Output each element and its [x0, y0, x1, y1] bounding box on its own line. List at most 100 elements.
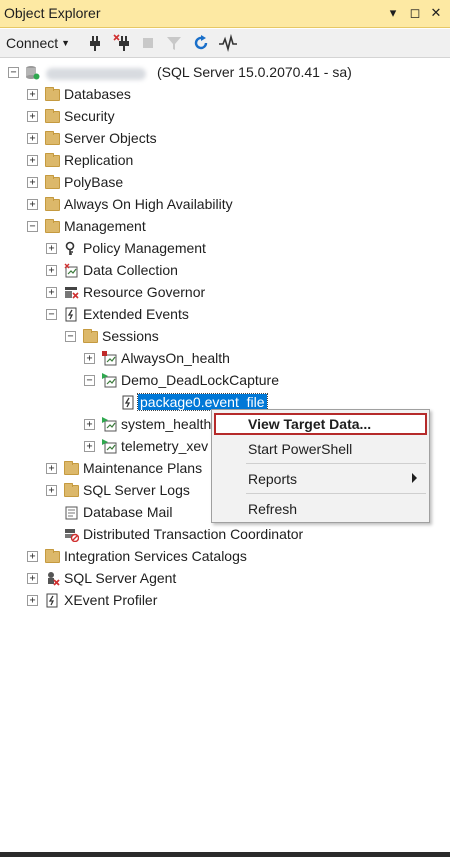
folder-icon	[64, 483, 79, 497]
node-label: Distributed Transaction Coordinator	[83, 526, 304, 542]
node-label: AlwaysOn_health	[121, 350, 230, 366]
tree-node-server-objects[interactable]: + Server Objects	[0, 128, 450, 150]
expand-toggle[interactable]: +	[46, 485, 57, 496]
session-running-icon	[102, 373, 117, 388]
tree-node-dtc[interactable]: Distributed Transaction Coordinator	[0, 524, 450, 546]
tree-node-server[interactable]: − (SQL Server 15.0.2070.41 - sa)	[0, 62, 450, 84]
tree-node-session-system-health[interactable]: + system_health	[0, 414, 211, 436]
expand-toggle[interactable]: +	[46, 463, 57, 474]
tree-node-xevent-profiler[interactable]: + XEvent Profiler	[0, 590, 450, 612]
expand-toggle[interactable]: +	[84, 441, 95, 452]
menu-item-view-target-data[interactable]: View Target Data...	[214, 413, 427, 435]
node-label: Maintenance Plans	[83, 460, 203, 476]
node-label: Demo_DeadLockCapture	[121, 372, 279, 388]
tree-node-sessions[interactable]: − Sessions	[0, 326, 450, 348]
menu-separator	[246, 493, 426, 494]
tree-node-data-collection[interactable]: + Data Collection	[0, 260, 450, 282]
menu-item-start-powershell[interactable]: Start PowerShell	[214, 438, 427, 460]
folder-icon	[45, 109, 60, 123]
session-running-icon	[102, 439, 117, 454]
menu-item-label: Start PowerShell	[248, 441, 353, 457]
tree-node-session-alwayson[interactable]: + AlwaysOn_health	[0, 348, 450, 370]
expand-toggle[interactable]: +	[27, 551, 38, 562]
tree-node-maintenance-plans[interactable]: + Maintenance Plans	[0, 458, 211, 480]
node-label: Extended Events	[83, 306, 189, 322]
folder-icon	[45, 131, 60, 145]
expand-toggle[interactable]: +	[27, 133, 38, 144]
menu-item-label: Refresh	[248, 501, 298, 517]
node-label: PolyBase	[64, 174, 124, 190]
bottom-border	[0, 852, 450, 857]
folder-icon	[45, 87, 60, 101]
context-menu: View Target Data... Start PowerShell Rep…	[211, 409, 430, 523]
tree-node-databases[interactable]: + Databases	[0, 84, 450, 106]
panel-title: Object Explorer	[4, 5, 101, 21]
target-file-icon	[122, 395, 134, 410]
object-explorer-titlebar: Object Explorer ▾ ◻ ✕	[0, 0, 450, 28]
node-label: telemetry_xev	[121, 438, 209, 454]
expand-toggle[interactable]: +	[27, 595, 38, 606]
node-label: Database Mail	[83, 504, 173, 520]
tree-node-polybase[interactable]: + PolyBase	[0, 172, 450, 194]
server-icon	[26, 66, 40, 80]
expand-toggle[interactable]: +	[46, 265, 57, 276]
tree-node-extended-events[interactable]: − Extended Events	[0, 304, 450, 326]
pin-dropdown-icon[interactable]: ▾	[384, 4, 402, 22]
collapse-toggle[interactable]: −	[8, 67, 19, 78]
tree-node-sql-server-agent[interactable]: + SQL Server Agent	[0, 568, 450, 590]
expand-toggle[interactable]: +	[27, 155, 38, 166]
tree-node-resource-governor[interactable]: + Resource Governor	[0, 282, 450, 304]
connect-plug-icon[interactable]	[85, 33, 105, 53]
expand-toggle[interactable]: +	[46, 243, 57, 254]
tree-node-replication[interactable]: + Replication	[0, 150, 450, 172]
extended-events-icon	[65, 307, 77, 322]
expand-toggle[interactable]: +	[46, 287, 57, 298]
submenu-arrow-icon	[412, 473, 417, 483]
node-label: Integration Services Catalogs	[64, 548, 247, 564]
collapse-toggle[interactable]: −	[84, 375, 95, 386]
node-label: Replication	[64, 152, 134, 168]
tree-node-session-telemetry[interactable]: + telemetry_xev	[0, 436, 211, 458]
tree-node-security[interactable]: + Security	[0, 106, 450, 128]
object-explorer-toolbar: Connect ▼	[0, 29, 450, 58]
expand-toggle[interactable]: +	[84, 353, 95, 364]
menu-item-reports[interactable]: Reports	[214, 468, 427, 490]
node-label: Security	[64, 108, 115, 124]
expand-toggle[interactable]: +	[27, 111, 38, 122]
maximize-icon[interactable]: ◻	[406, 4, 424, 22]
refresh-icon[interactable]	[191, 33, 211, 53]
expand-toggle[interactable]: +	[27, 199, 38, 210]
activity-monitor-icon[interactable]	[218, 33, 238, 53]
folder-icon	[45, 219, 60, 233]
tree-node-database-mail[interactable]: Database Mail	[0, 502, 211, 524]
expand-toggle[interactable]: +	[27, 177, 38, 188]
node-label: Resource Governor	[83, 284, 206, 300]
tree-node-always-on[interactable]: + Always On High Availability	[0, 194, 450, 216]
collapse-toggle[interactable]: −	[65, 331, 76, 342]
tree-node-sql-server-logs[interactable]: + SQL Server Logs	[0, 480, 211, 502]
folder-icon	[64, 461, 79, 475]
tree-node-management[interactable]: − Management	[0, 216, 450, 238]
node-label: Databases	[64, 86, 131, 102]
expand-toggle[interactable]: +	[27, 573, 38, 584]
disconnect-plug-icon[interactable]	[112, 33, 132, 53]
tree-node-policy-management[interactable]: + Policy Management	[0, 238, 450, 260]
menu-item-label: View Target Data...	[248, 416, 372, 432]
folder-icon	[45, 197, 60, 211]
node-label: Server Objects	[64, 130, 157, 146]
close-icon[interactable]: ✕	[427, 4, 445, 22]
connect-label: Connect	[6, 35, 59, 51]
expand-toggle[interactable]: +	[84, 419, 95, 430]
tree-node-session-demo-deadlock[interactable]: − Demo_DeadLockCapture	[0, 370, 450, 392]
menu-item-refresh[interactable]: Refresh	[214, 498, 427, 520]
connect-dropdown-button[interactable]: Connect ▼	[6, 35, 70, 51]
collapse-toggle[interactable]: −	[46, 309, 57, 320]
folder-icon	[45, 549, 60, 563]
blurred-server-name	[46, 68, 146, 80]
collapse-toggle[interactable]: −	[27, 221, 38, 232]
session-stopped-icon	[102, 351, 117, 366]
tree-node-integration-services[interactable]: + Integration Services Catalogs	[0, 546, 450, 568]
filter-icon	[167, 37, 181, 50]
node-label: Always On High Availability	[64, 196, 233, 212]
expand-toggle[interactable]: +	[27, 89, 38, 100]
